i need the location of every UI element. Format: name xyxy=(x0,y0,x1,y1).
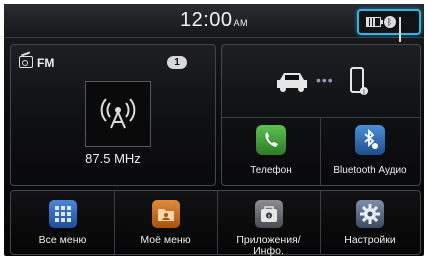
battery-icon xyxy=(365,17,383,27)
apps-info-label: Приложения/Инфо. xyxy=(217,235,320,257)
bluetooth-icon: ᛒ xyxy=(383,16,396,28)
apps-info-button[interactable]: Приложения/Инфо. xyxy=(217,191,321,257)
gear-icon xyxy=(356,200,384,228)
connection-dots-icon: ••• xyxy=(316,72,334,88)
radio-widget[interactable]: FM 1 87.5 MHz xyxy=(10,44,216,186)
smartphone-icon: ᛒ xyxy=(350,67,368,96)
radio-icon xyxy=(19,56,33,68)
apps-info-label-line2: Инфо. xyxy=(253,245,284,257)
band-label: FM xyxy=(37,56,55,70)
clock-ampm: AM xyxy=(233,18,249,28)
station-artwork xyxy=(85,81,151,147)
bluetooth-audio-label: Bluetooth Аудио xyxy=(333,165,407,176)
folder-icon xyxy=(151,200,180,228)
phone-icon xyxy=(256,125,286,155)
preset-badge: 1 xyxy=(167,56,187,69)
frequency-label: 87.5 MHz xyxy=(85,151,141,166)
grid-icon xyxy=(48,200,77,228)
all-menu-label: Все меню xyxy=(38,234,87,246)
antenna-icon xyxy=(100,98,136,129)
apps-info-icon xyxy=(254,200,283,228)
car-icon xyxy=(277,73,307,92)
clock-time: 12:00 xyxy=(179,9,233,31)
phone-button[interactable]: Телефон xyxy=(222,117,321,185)
signal-icon xyxy=(398,17,413,42)
settings-button[interactable]: Настройки xyxy=(320,191,420,254)
settings-label: Настройки xyxy=(344,234,396,246)
all-menu-button[interactable]: Все меню xyxy=(11,191,115,254)
connectivity-widget: ••• ᛒ Телефон Bluetooth Аудио xyxy=(221,44,421,186)
svg-text:ᛒ: ᛒ xyxy=(362,89,366,96)
status-bar: 12:00AM ᛒ xyxy=(4,4,424,42)
phone-label: Телефон xyxy=(250,165,292,176)
bluetooth-audio-button[interactable]: Bluetooth Аудио xyxy=(321,117,419,185)
my-menu-button[interactable]: Моё меню xyxy=(114,191,218,254)
my-menu-label: Моё меню xyxy=(140,234,191,246)
bluetooth-audio-icon xyxy=(355,125,385,155)
phone-connection-area[interactable]: ••• ᛒ xyxy=(222,45,420,118)
status-icons-button[interactable]: ᛒ xyxy=(357,9,421,42)
bottom-menu: Все меню Моё меню Приложения/ Инфо. Наст… xyxy=(10,190,421,257)
head-unit-screen: 12:00AM ᛒ FM 1 87.5 MHz ••• ᛒ Телефон Bl… xyxy=(4,4,424,257)
